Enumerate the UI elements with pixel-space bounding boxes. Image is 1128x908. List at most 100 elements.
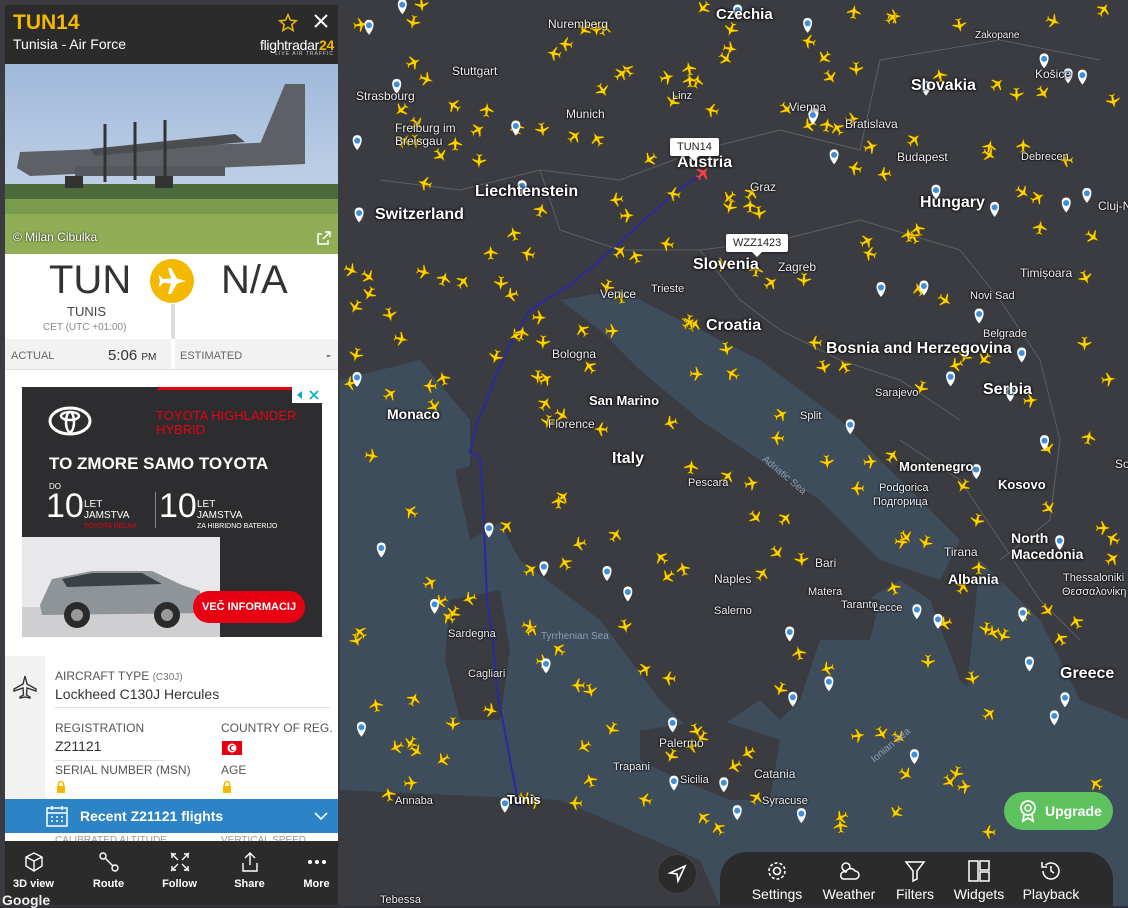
playback-label: Playback [1022, 886, 1080, 902]
map-label-city: Catania [754, 767, 796, 781]
filters-label: Filters [895, 886, 935, 902]
map-label-city: Košice [1035, 67, 1072, 81]
more-button[interactable]: More [288, 841, 338, 891]
estimated-value: - [326, 347, 331, 364]
map-label-city: Cagliari [468, 668, 506, 680]
filter-funnel-icon [904, 861, 926, 883]
map-label-country: Austria [677, 154, 733, 171]
actual-time-value: 5:06 [108, 347, 138, 364]
ad-cta-button[interactable]: VEČ INFORMACIJ [193, 591, 305, 623]
map-label-city: Salerno [714, 605, 752, 617]
settings-button[interactable]: Settings [742, 852, 812, 906]
map-label-city: Θεσσαλονίκη [1062, 586, 1127, 598]
times-row: ACTUAL 5:06 PM ESTIMATED - [5, 339, 338, 370]
origin-code[interactable]: TUN [49, 258, 131, 303]
map-label-city: Vienna [789, 100, 827, 114]
ad-years-a: 10 [46, 487, 84, 525]
ad-warranty-b: LET JAMSTVA [197, 499, 243, 521]
map-label-city: Freiburg im Breisgau [395, 121, 456, 148]
upgrade-button[interactable]: Upgrade [1004, 792, 1113, 830]
map-label-city: Split [800, 410, 822, 422]
gear-icon [768, 862, 786, 880]
advertisement[interactable]: TOYOTA HIGHLANDER HYBRID TO ZMORE SAMO T… [22, 387, 322, 637]
more-label: More [303, 878, 330, 890]
follow-label: Follow [162, 878, 197, 890]
times-divider [171, 339, 175, 369]
lock-icon [223, 781, 231, 793]
map-label-city: Timișoara [1020, 266, 1073, 280]
panel-header: TUN14 Tunisia - Air Force flightradar24 L… [5, 5, 338, 64]
map-label-city: Trieste [651, 283, 685, 295]
follow-button[interactable]: Follow [151, 841, 208, 891]
more-dots-icon [307, 860, 326, 864]
map-label-country: Czechia [716, 6, 773, 23]
playback-button[interactable]: Playback [1016, 852, 1086, 906]
map-label-city: Novi Sad [970, 290, 1015, 302]
widgets-icon [968, 860, 990, 882]
follow-icon [170, 852, 189, 872]
route-divider [171, 304, 175, 339]
estimated-label: ESTIMATED [180, 350, 243, 362]
map-label-city: Graz [750, 180, 777, 194]
aircraft-photo-image [5, 64, 338, 254]
ad-sub-b: ZA HIBRIDNO BATERIJO [197, 523, 278, 530]
map-label-city: Bratislava [845, 117, 898, 131]
open-external-icon[interactable] [316, 230, 332, 246]
map-label-country: Slovenia [693, 256, 759, 273]
map-label-city: Cluj-Napoca [1098, 199, 1128, 213]
map-label-city: Nuremberg [548, 17, 609, 31]
country-label: COUNTRY OF REG. [221, 721, 333, 735]
actual-time: 5:06 PM [108, 347, 156, 364]
map-label-country: Switzerland [375, 206, 464, 223]
ad-brand-line: TOYOTA HIGHLANDER HYBRID [156, 408, 297, 437]
flight-callout-tun14[interactable]: TUN14 [670, 138, 719, 161]
map-label-city: Naples [714, 572, 752, 586]
tunisia-flag-icon [222, 741, 242, 755]
map-label-city: Trapani [613, 761, 650, 773]
filters-button[interactable]: Filters [880, 852, 950, 906]
close-icon[interactable] [311, 11, 331, 31]
map-label-city: Sofia [1115, 457, 1128, 471]
ad-sub-a: TOYOTA RELAX [84, 523, 137, 530]
share-label: Share [234, 878, 265, 890]
map-label-city: Thessaloniki [1063, 572, 1125, 584]
locate-button[interactable] [657, 854, 697, 894]
map-label-city: Bologna [552, 347, 597, 361]
weather-button[interactable]: Weather [814, 852, 884, 906]
map-label-country: Serbia [983, 381, 1032, 398]
aircraft-type-label: AIRCRAFT TYPE (C30J) [55, 669, 183, 683]
aircraft-details: AIRCRAFT TYPE (C30J) Lockheed C130J Herc… [5, 656, 338, 799]
ad-close-icon[interactable] [292, 387, 322, 403]
details-icon-column [5, 656, 45, 799]
origin-timezone: CET (UTC +01:00) [43, 322, 127, 333]
aircraft-photo[interactable]: © Milan Cibulka [5, 64, 338, 254]
map-label-city: Matera [808, 586, 843, 598]
award-icon [1020, 800, 1036, 823]
map-label-city: Подгорица [873, 496, 928, 508]
map-label-country: Hungary [920, 194, 985, 211]
map-label-country: North Macedonia [1011, 530, 1084, 562]
details-divider [55, 760, 165, 761]
map-label-city: Lecce [873, 602, 903, 614]
route-button[interactable]: Route [80, 841, 137, 891]
favorite-star-icon[interactable] [278, 13, 298, 33]
recent-flights-label: Recent Z21121 flights [80, 808, 224, 824]
aircraft-type-code: (C30J) [152, 672, 183, 683]
share-button[interactable]: Share [221, 841, 278, 891]
widgets-button[interactable]: Widgets [944, 852, 1014, 906]
lock-icon [57, 781, 65, 793]
map-label-country: Albania [948, 571, 999, 587]
map-label-city: Zakopane [975, 30, 1020, 41]
map-label-city: Tunis [507, 792, 541, 807]
3d-view-button[interactable]: 3D view [5, 841, 62, 891]
map-label-country: Greece [1060, 665, 1115, 682]
map-label-city: Sarajevo [875, 387, 919, 399]
registration-value: Z21121 [55, 738, 102, 754]
flight-callout-wzz1423[interactable]: WZZ1423 [726, 234, 789, 257]
map-label-city: Tebessa [380, 894, 421, 906]
map-label-country: Liechtenstein [475, 183, 579, 200]
aircraft-type-label-text: AIRCRAFT TYPE [55, 669, 150, 683]
weather-label: Weather [822, 886, 876, 902]
chevron-down-icon[interactable] [313, 811, 329, 821]
recent-flights-bar[interactable]: Recent Z21121 flights [5, 799, 338, 833]
